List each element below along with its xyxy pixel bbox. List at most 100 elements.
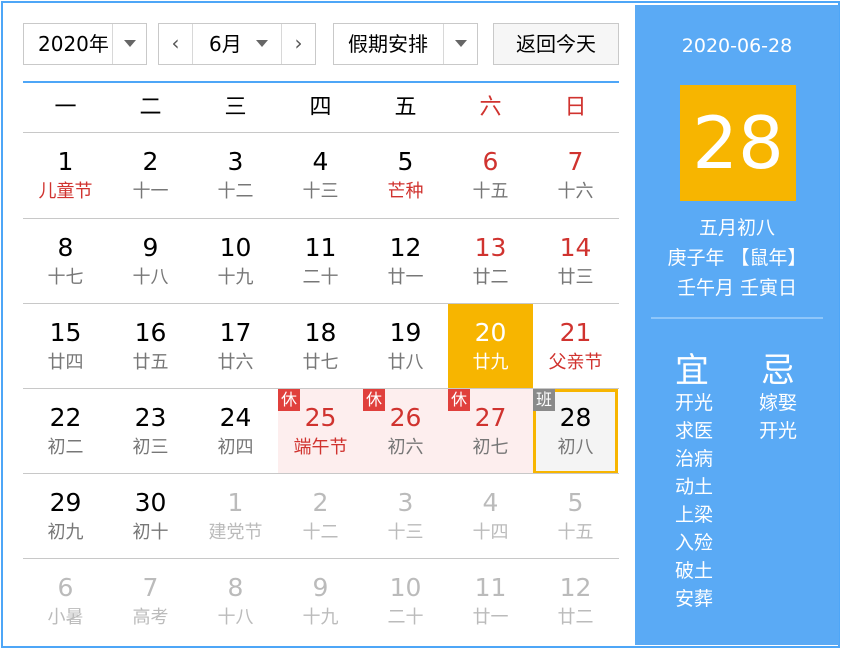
day-cell[interactable]: 17 廿六 (193, 304, 278, 389)
day-number: 5 (567, 488, 584, 517)
day-cell[interactable]: 27 初七休 (448, 389, 533, 474)
day-number: 12 (389, 233, 422, 262)
day-cell[interactable]: 3 十三 (363, 474, 448, 559)
day-cell[interactable]: 22 初二 (23, 389, 108, 474)
day-cell-selected[interactable]: 20 廿九 (448, 304, 533, 389)
day-cell[interactable]: 7 高考 (108, 559, 193, 644)
festival-label: 端午节 (293, 437, 348, 458)
day-cell-today[interactable]: 28 初八班 (533, 389, 618, 474)
lunar-label: 廿五 (132, 352, 169, 373)
day-number: 13 (474, 233, 507, 262)
big-day-number: 28 (680, 85, 796, 201)
back-to-today-button[interactable]: 返回今天 (493, 23, 619, 65)
lunar-label: 十二 (217, 181, 254, 202)
day-cell[interactable]: 21 父亲节 (533, 304, 618, 389)
chevron-down-icon[interactable] (245, 24, 279, 64)
yi-item: 开光 (675, 392, 714, 414)
day-cell[interactable]: 1 建党节 (193, 474, 278, 559)
yi-item: 安葬 (675, 588, 714, 610)
yi-title: 宜 (675, 351, 709, 391)
day-number: 23 (134, 403, 167, 432)
day-cell[interactable]: 15 廿四 (23, 304, 108, 389)
calendar-widget: 2020年 ‹ 6月 › 假期安排 返回今天 一 二 三 四 五 六 日 1 儿童节 2 十一 3 十… (1, 1, 840, 648)
day-number: 1 (57, 147, 74, 176)
lunar-date: 五月初八 (698, 217, 775, 239)
lunar-label: 高考 (132, 607, 169, 628)
day-cell[interactable]: 8 十七 (23, 219, 108, 304)
day-cell[interactable]: 2 十二 (278, 474, 363, 559)
day-cell[interactable]: 11 二十 (278, 219, 363, 304)
day-cell[interactable]: 14 廿三 (533, 219, 618, 304)
day-cell[interactable]: 16 廿五 (108, 304, 193, 389)
day-cell[interactable]: 8 十八 (193, 559, 278, 644)
day-cell[interactable]: 30 初十 (108, 474, 193, 559)
ji-title: 忌 (761, 351, 795, 391)
day-cell[interactable]: 6 小暑 (23, 559, 108, 644)
day-cell[interactable]: 6 十五 (448, 133, 533, 218)
day-cell[interactable]: 9 十九 (278, 559, 363, 644)
weekday-label: 四 (309, 95, 332, 120)
weekday-label: 日 (564, 95, 587, 120)
day-cell[interactable]: 7 十六 (533, 133, 618, 218)
day-cell[interactable]: 13 廿二 (448, 219, 533, 304)
lunar-label: 十八 (132, 267, 169, 288)
day-cell[interactable]: 12 廿一 (363, 219, 448, 304)
day-number: 19 (389, 318, 422, 347)
day-cell[interactable]: 24 初四 (193, 389, 278, 474)
day-cell[interactable]: 18 廿七 (278, 304, 363, 389)
day-cell[interactable]: 19 廿八 (363, 304, 448, 389)
day-cell[interactable]: 10 二十 (363, 559, 448, 644)
lunar-label: 廿八 (387, 352, 424, 373)
day-cell[interactable]: 9 十八 (108, 219, 193, 304)
day-cell[interactable]: 4 十四 (448, 474, 533, 559)
day-cell[interactable]: 2 十一 (108, 133, 193, 218)
day-number: 20 (474, 318, 507, 347)
lunar-label: 初二 (47, 437, 84, 458)
ji-item: 开光 (759, 420, 798, 442)
day-cell[interactable]: 26 初六休 (363, 389, 448, 474)
festival-label: 儿童节 (38, 181, 93, 202)
lunar-label: 二十 (302, 267, 339, 288)
day-number: 21 (559, 318, 592, 347)
calendar-grid: 1 儿童节 2 十一 3 十二 4 十三 5 芒种 6 十五 7 十六 8 十七 9 十八 10 十九 11 二十 12 廿一… (23, 133, 619, 643)
day-cell[interactable]: 29 初九 (23, 474, 108, 559)
day-cell[interactable]: 1 儿童节 (23, 133, 108, 218)
calendar-main: 2020年 ‹ 6月 › 假期安排 返回今天 一 二 三 四 五 六 日 1 儿童节 2 十一 3 十… (19, 19, 619, 649)
day-cell[interactable]: 3 十二 (193, 133, 278, 218)
day-number: 24 (219, 403, 252, 432)
day-cell[interactable]: 5 十五 (533, 474, 618, 559)
day-cell[interactable]: 23 初三 (108, 389, 193, 474)
chevron-down-icon[interactable] (443, 24, 477, 64)
festival-label: 芒种 (387, 181, 424, 202)
day-cell[interactable]: 25 端午节休 (278, 389, 363, 474)
weekday-label: 五 (394, 95, 417, 120)
year-select-value: 2020年 (38, 32, 109, 56)
holiday-select[interactable]: 假期安排 (333, 23, 478, 65)
chevron-down-icon[interactable] (112, 24, 146, 64)
lunar-label: 廿一 (472, 607, 509, 628)
yi-item: 上梁 (675, 504, 714, 526)
day-number: 12 (559, 573, 592, 602)
lunar-label: 二十 (387, 607, 424, 628)
lunar-label: 十三 (387, 522, 424, 543)
lunar-label: 十五 (557, 522, 594, 543)
lunar-label: 廿二 (557, 607, 594, 628)
year-select[interactable]: 2020年 (23, 23, 147, 65)
day-cell[interactable]: 4 十三 (278, 133, 363, 218)
chevron-left-icon[interactable]: ‹ (159, 24, 193, 64)
day-number: 6 (482, 147, 499, 176)
day-cell[interactable]: 5 芒种 (363, 133, 448, 218)
day-number: 11 (474, 573, 507, 602)
divider (651, 317, 823, 319)
lunar-label: 十八 (217, 607, 254, 628)
day-cell[interactable]: 10 十九 (193, 219, 278, 304)
day-number: 16 (134, 318, 167, 347)
ganzhi: 壬午月 壬寅日 (676, 277, 798, 299)
day-cell[interactable]: 12 廿二 (533, 559, 618, 644)
chevron-right-icon[interactable]: › (281, 24, 315, 64)
rest-badge: 休 (278, 389, 300, 411)
day-cell[interactable]: 11 廿一 (448, 559, 533, 644)
day-number: 22 (49, 403, 82, 432)
day-number: 29 (49, 488, 82, 517)
month-select[interactable]: ‹ 6月 › (158, 23, 316, 65)
